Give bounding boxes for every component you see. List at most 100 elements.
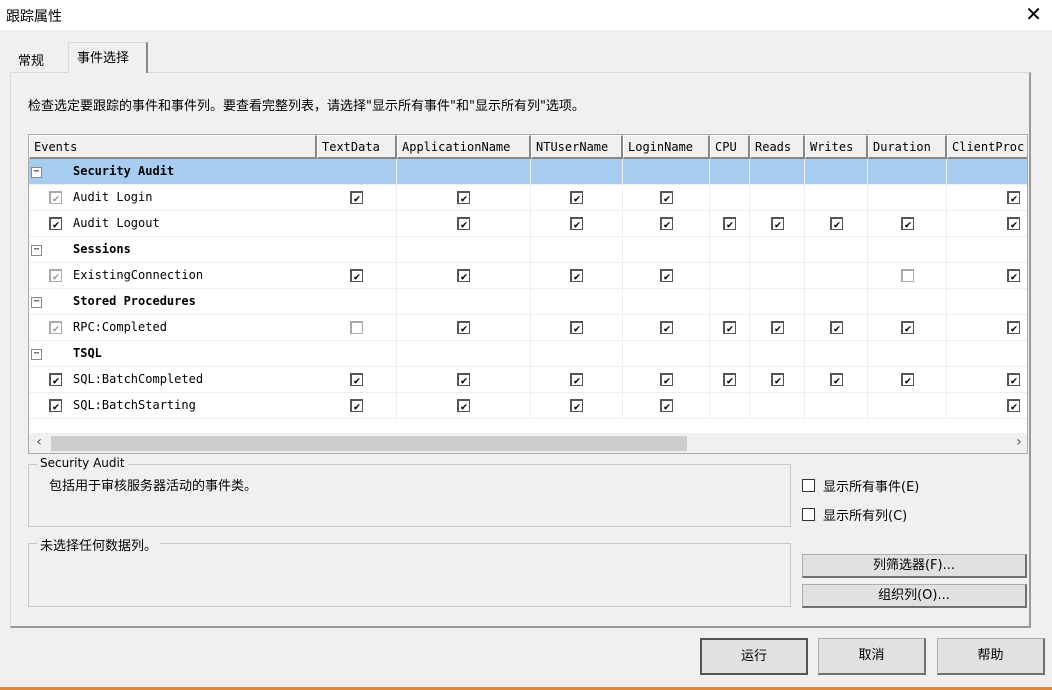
column-checkbox[interactable]: ✔ xyxy=(723,321,736,334)
column-checkbox[interactable] xyxy=(350,321,363,334)
close-icon[interactable]: ✕ xyxy=(1025,2,1042,26)
column-checkbox[interactable]: ✔ xyxy=(570,191,583,204)
group-row[interactable]: − TSQL xyxy=(29,341,1027,367)
column-checkbox[interactable]: ✔ xyxy=(660,321,673,334)
show-all-events-checkbox[interactable]: 显示所有事件(E) xyxy=(802,476,919,495)
tab-events-selection[interactable]: 事件选择 xyxy=(68,42,148,73)
run-button[interactable]: 运行 xyxy=(700,638,808,675)
column-checkbox[interactable]: ✔ xyxy=(350,399,363,412)
grid-cell xyxy=(710,263,750,289)
column-checkbox[interactable]: ✔ xyxy=(901,217,914,230)
table-row[interactable]: ✔ ExistingConnection ✔ ✔ ✔ ✔ ✔ xyxy=(29,263,1027,289)
column-header[interactable]: CPU xyxy=(710,135,750,159)
column-checkbox[interactable]: ✔ xyxy=(350,191,363,204)
column-header[interactable]: Reads xyxy=(750,135,805,159)
column-checkbox[interactable]: ✔ xyxy=(830,321,843,334)
column-checkbox[interactable]: ✔ xyxy=(570,217,583,230)
column-checkbox[interactable]: ✔ xyxy=(350,269,363,282)
column-header[interactable]: LoginName xyxy=(623,135,710,159)
event-checkbox[interactable]: ✔ xyxy=(49,191,62,204)
column-checkbox[interactable]: ✔ xyxy=(457,321,470,334)
table-row[interactable]: ✔ SQL:BatchStarting ✔ ✔ ✔ ✔ ✔ xyxy=(29,393,1027,419)
cancel-button[interactable]: 取消 xyxy=(818,638,926,675)
events-grid: ‹ › Events TextData ApplicationName NTUserN… xyxy=(28,134,1028,454)
column-checkbox[interactable]: ✔ xyxy=(1007,191,1020,204)
column-checkbox[interactable]: ✔ xyxy=(771,217,784,230)
event-checkbox[interactable]: ✔ xyxy=(49,373,62,386)
event-description-box: Security Audit 包括用于审核服务器活动的事件类。 xyxy=(28,456,791,527)
table-row[interactable]: ✔ RPC:Completed ✔ ✔ ✔ ✔ ✔ ✔ ✔ ✔ xyxy=(29,315,1027,341)
column-checkbox[interactable]: ✔ xyxy=(723,217,736,230)
help-button[interactable]: 帮助 xyxy=(937,638,1045,675)
event-checkbox[interactable]: ✔ xyxy=(49,217,62,230)
column-checkbox[interactable]: ✔ xyxy=(660,217,673,230)
column-checkbox[interactable]: ✔ xyxy=(457,191,470,204)
title-bar: 跟踪属性 ✕ xyxy=(0,0,1052,30)
checkbox-box[interactable] xyxy=(802,479,815,492)
table-row[interactable]: ✔ Audit Login ✔ ✔ ✔ ✔ ✔ xyxy=(29,185,1027,211)
column-checkbox[interactable]: ✔ xyxy=(570,399,583,412)
column-checkbox[interactable]: ✔ xyxy=(570,269,583,282)
tab-general[interactable]: 常规 xyxy=(10,46,68,72)
column-header[interactable]: ApplicationName xyxy=(397,135,531,159)
column-header[interactable]: NTUserName xyxy=(531,135,623,159)
column-header[interactable]: Duration xyxy=(868,135,947,159)
grid-cell xyxy=(750,289,805,315)
grid-cell xyxy=(947,237,1027,263)
column-header[interactable]: Writes xyxy=(805,135,868,159)
show-all-columns-checkbox[interactable]: 显示所有列(C) xyxy=(802,505,907,524)
scroll-right-icon[interactable]: › xyxy=(1015,434,1023,450)
column-checkbox[interactable]: ✔ xyxy=(830,217,843,230)
column-checkbox[interactable]: ✔ xyxy=(771,321,784,334)
group-row[interactable]: − Sessions xyxy=(29,237,1027,263)
column-checkbox[interactable]: ✔ xyxy=(457,399,470,412)
column-header[interactable]: ClientProc xyxy=(947,135,1027,159)
column-checkbox[interactable]: ✔ xyxy=(660,373,673,386)
column-checkbox[interactable]: ✔ xyxy=(457,373,470,386)
event-checkbox[interactable]: ✔ xyxy=(49,399,62,412)
grid-cell xyxy=(805,341,868,367)
column-checkbox[interactable]: ✔ xyxy=(570,321,583,334)
event-checkbox[interactable]: ✔ xyxy=(49,321,62,334)
column-checkbox[interactable]: ✔ xyxy=(901,321,914,334)
column-checkbox[interactable]: ✔ xyxy=(660,269,673,282)
column-checkbox[interactable]: ✔ xyxy=(660,399,673,412)
checkbox-box[interactable] xyxy=(802,508,815,521)
column-header[interactable]: Events xyxy=(29,135,317,159)
table-row[interactable]: ✔ Audit Logout ✔ ✔ ✔ ✔ ✔ ✔ ✔ ✔ xyxy=(29,211,1027,237)
scroll-left-icon[interactable]: ‹ xyxy=(35,434,43,450)
column-checkbox[interactable]: ✔ xyxy=(570,373,583,386)
column-checkbox[interactable]: ✔ xyxy=(771,373,784,386)
column-checkbox[interactable]: ✔ xyxy=(723,373,736,386)
column-checkbox[interactable]: ✔ xyxy=(350,373,363,386)
column-checkbox[interactable]: ✔ xyxy=(457,217,470,230)
column-checkbox[interactable]: ✔ xyxy=(1007,399,1020,412)
event-checkbox[interactable]: ✔ xyxy=(49,269,62,282)
column-checkbox[interactable]: ✔ xyxy=(830,373,843,386)
horizontal-scrollbar[interactable]: ‹ › xyxy=(29,433,1027,453)
collapse-icon[interactable]: − xyxy=(31,349,42,360)
column-checkbox[interactable]: ✔ xyxy=(1007,321,1020,334)
column-checkbox[interactable]: ✔ xyxy=(901,373,914,386)
table-row[interactable]: ✔ SQL:BatchCompleted ✔ ✔ ✔ ✔ ✔ ✔ ✔ ✔ ✔ xyxy=(29,367,1027,393)
grid-cell xyxy=(805,185,868,211)
group-label: Security Audit xyxy=(73,164,175,178)
scroll-thumb[interactable] xyxy=(51,436,687,451)
column-checkbox[interactable] xyxy=(901,269,914,282)
column-filters-button[interactable]: 列筛选器(F)... xyxy=(802,554,1027,578)
grid-cell xyxy=(805,263,868,289)
collapse-icon[interactable]: − xyxy=(31,167,42,178)
column-checkbox[interactable]: ✔ xyxy=(457,269,470,282)
collapse-icon[interactable]: − xyxy=(31,297,42,308)
column-header[interactable]: TextData xyxy=(317,135,397,159)
organize-columns-button[interactable]: 组织列(O)... xyxy=(802,584,1027,608)
collapse-icon[interactable]: − xyxy=(31,245,42,256)
column-checkbox[interactable]: ✔ xyxy=(1007,217,1020,230)
show-all-columns-label: 显示所有列(C) xyxy=(823,509,908,524)
column-checkbox[interactable]: ✔ xyxy=(1007,269,1020,282)
event-label: SQL:BatchStarting xyxy=(73,398,196,412)
group-row[interactable]: − Security Audit xyxy=(29,159,1027,185)
column-checkbox[interactable]: ✔ xyxy=(660,191,673,204)
column-checkbox[interactable]: ✔ xyxy=(1007,373,1020,386)
group-row[interactable]: − Stored Procedures xyxy=(29,289,1027,315)
